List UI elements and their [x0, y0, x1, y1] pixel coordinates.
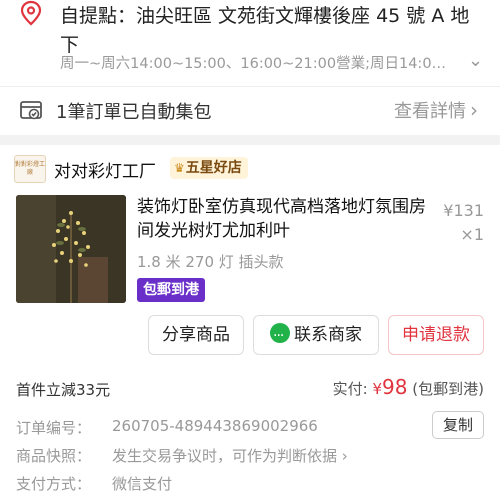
divider [0, 86, 500, 87]
shop-logo-text: 對對彩燈工廠 [15, 161, 46, 176]
pickup-hours[interactable]: 周一~周六14:00~15:00、16:00~21:00營業;周日14:0… [60, 52, 480, 73]
share-product-button[interactable]: 分享商品 [148, 315, 244, 355]
product-quantity: ×1 [460, 225, 484, 244]
copy-order-number-button[interactable]: 复制 [432, 411, 484, 439]
order-card: 對對彩燈工廠 对对彩灯工厂 ♛五星好店 装饰灯卧室仿真现代高档落地灯氛围房间发光… [0, 145, 500, 500]
product-image [16, 195, 126, 303]
product-spec: 1.8 米 270 灯 插头款 [137, 253, 284, 271]
location-pin-icon [20, 0, 42, 26]
contact-seller-button[interactable]: 联系商家 [253, 315, 379, 355]
view-details-link[interactable]: 查看詳情 › [394, 97, 478, 123]
product-price: ¥131 [443, 201, 484, 220]
payment-method: 微信支付 [112, 475, 173, 493]
payment-method-label: 支付方式： [16, 475, 92, 493]
amount-paid-value: 98 [382, 375, 408, 399]
currency-symbol: ¥ [372, 380, 383, 398]
shop-rating-badge: ♛五星好店 [170, 157, 248, 179]
chevron-right-icon: › [337, 447, 348, 465]
amount-paid-note: (包郵到港) [412, 380, 484, 398]
product-title[interactable]: 装饰灯卧室仿真现代高档落地灯氛围房间发光树灯尤加利叶 [137, 195, 437, 243]
package-check-icon [20, 101, 42, 120]
snapshot-link[interactable]: 发生交易争议时，可作为判断依据 › [112, 445, 348, 466]
chevron-down-icon[interactable]: ⌄ [468, 50, 483, 71]
view-details-label: 查看詳情 [394, 101, 466, 122]
shop-badge-label: 五星好店 [185, 160, 242, 176]
share-product-label: 分享商品 [162, 325, 230, 345]
request-refund-label: 申请退款 [402, 325, 470, 345]
order-number-label: 订单编号： [16, 419, 92, 437]
product-thumbnail[interactable] [16, 195, 126, 303]
amount-paid-label: 实付: [332, 380, 368, 398]
contact-seller-label: 联系商家 [294, 325, 362, 345]
shop-name[interactable]: 对对彩灯工厂 [54, 157, 156, 182]
chevron-right-icon: › [470, 98, 478, 122]
crown-icon: ♛ [174, 161, 185, 175]
request-refund-button[interactable]: 申请退款 [388, 315, 484, 355]
amount-paid: 实付: ¥98 (包郵到港) [333, 375, 484, 399]
first-item-discount: 首件立減33元 [16, 381, 111, 399]
copy-label: 复制 [442, 416, 473, 434]
snapshot-text: 发生交易争议时，可作为判断依据 [112, 447, 338, 465]
shop-logo[interactable]: 對對彩燈工廠 [14, 155, 46, 183]
shipping-tag: 包郵到港 [137, 278, 205, 302]
wechat-icon [270, 317, 290, 355]
consolidation-status: 1筆訂單已自動集包 [56, 102, 212, 123]
snapshot-label: 商品快照： [16, 447, 92, 465]
order-number: 260705-489443869002966 [112, 417, 318, 435]
pickup-card: 自提點：油尖旺區 文苑街文輝樓後座 45 號 A 地下 周一~周六14:00~1… [0, 0, 500, 135]
